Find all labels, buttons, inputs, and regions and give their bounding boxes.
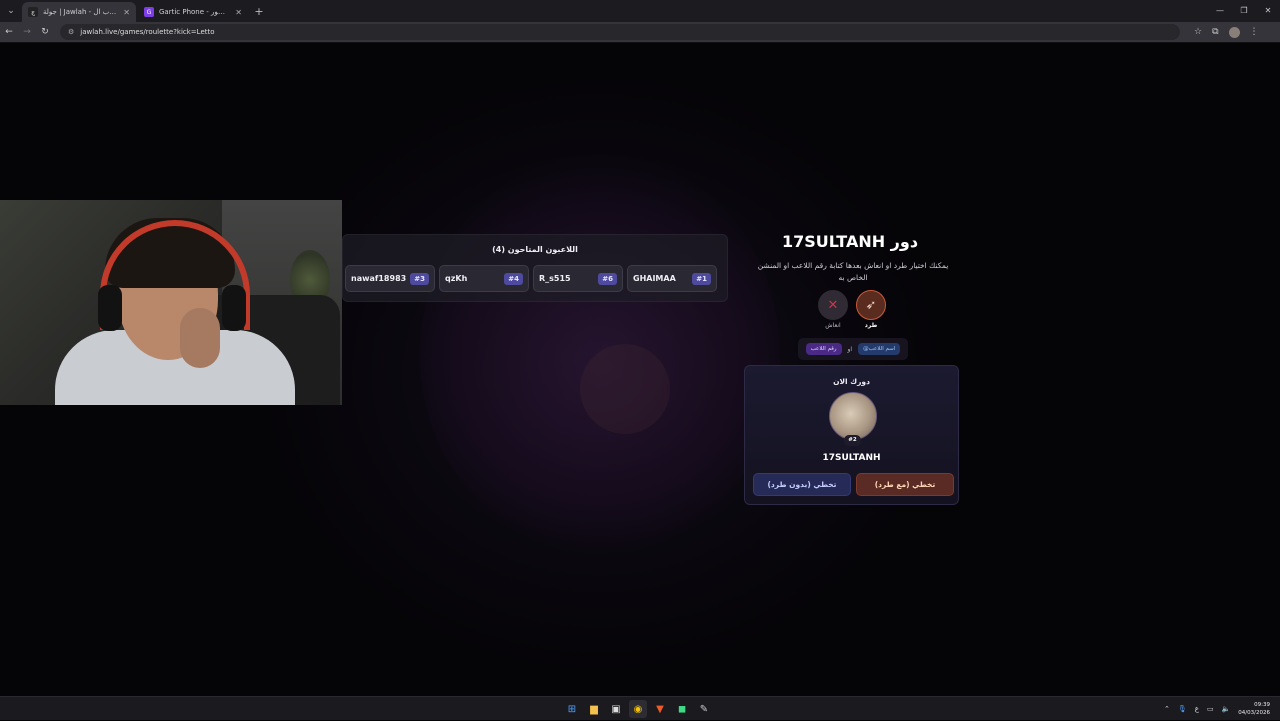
hint-player-number: رقم اللاعب bbox=[805, 343, 842, 355]
kick-action[interactable]: ➶ طرد bbox=[856, 290, 886, 329]
current-player-name: 17SULTANH bbox=[822, 453, 881, 463]
jawlah-favicon-icon: ج bbox=[28, 7, 38, 17]
kick-boot-icon[interactable]: ➶ bbox=[856, 290, 886, 320]
tab-gartic[interactable]: G Gartic Phone - الهاتف المكسور ✕ bbox=[138, 2, 248, 22]
microphone-icon[interactable]: 🎙 bbox=[1178, 705, 1187, 713]
brave-icon[interactable]: ▼ bbox=[651, 700, 669, 718]
headset-earcup-right bbox=[222, 285, 246, 331]
current-turn-label: دورك الان bbox=[833, 377, 870, 386]
new-tab-button[interactable]: + bbox=[250, 2, 268, 22]
chrome-icon[interactable]: ◉ bbox=[629, 700, 647, 718]
player-number-badge: #1 bbox=[692, 272, 711, 285]
available-players-panel: اللاعبون المتاحون (4) nawaf18983 #3 qzKh… bbox=[342, 234, 728, 302]
tray-chevron-icon[interactable]: ⌃ bbox=[1164, 705, 1170, 713]
app-notification-icon[interactable]: ✎ bbox=[695, 700, 713, 718]
tab-title: جولة | Jawlah - منصة الألعاب ال... bbox=[43, 8, 118, 16]
player-card[interactable]: qzKh #4 bbox=[439, 265, 529, 292]
avatar bbox=[829, 392, 877, 440]
close-window-icon[interactable]: ✕ bbox=[1256, 0, 1280, 22]
revive-x-icon[interactable]: ✕ bbox=[818, 290, 848, 320]
kick-label: طرد bbox=[864, 322, 878, 329]
turn-title: دور 17SULTANH bbox=[781, 232, 919, 251]
site-info-icon[interactable]: ⚙ bbox=[68, 28, 74, 36]
player-number-badge: #4 bbox=[504, 272, 523, 285]
forward-icon[interactable]: → bbox=[18, 27, 36, 37]
menu-dots-icon[interactable]: ⋮ bbox=[1250, 27, 1259, 38]
clock-time: 09:39 bbox=[1254, 702, 1270, 708]
tab-title: Gartic Phone - الهاتف المكسور bbox=[159, 8, 230, 16]
player-name: nawaf18983 bbox=[351, 274, 407, 283]
player-card[interactable]: GHAIMAA #1 bbox=[627, 265, 717, 292]
game-page: اللاعبون المتاحون (4) nawaf18983 #3 qzKh… bbox=[0, 44, 1280, 696]
taskbar-clock[interactable]: 09:39 04/03/2026 bbox=[1238, 701, 1270, 717]
tab-jawlah[interactable]: ج جولة | Jawlah - منصة الألعاب ال... ✕ bbox=[22, 2, 136, 22]
revive-label: انعاش bbox=[825, 322, 841, 329]
player-card[interactable]: R_s515 #6 bbox=[533, 265, 623, 292]
file-explorer-icon[interactable]: ▆ bbox=[585, 700, 603, 718]
extensions-icon[interactable]: ⧉ bbox=[1212, 27, 1218, 38]
window-controls: — ❐ ✕ bbox=[1208, 0, 1280, 22]
roulette-wheel-center bbox=[580, 344, 670, 434]
action-choices: ✕ انعاش ➶ طرد bbox=[818, 290, 886, 329]
store-icon[interactable]: ▣ bbox=[607, 700, 625, 718]
reload-icon[interactable]: ↻ bbox=[36, 27, 54, 37]
close-tab-icon[interactable]: ✕ bbox=[123, 8, 130, 17]
address-bar: ← → ↻ ⚙ jawlah.live/games/roulette?kick=… bbox=[0, 22, 1280, 43]
profile-avatar[interactable] bbox=[1228, 26, 1240, 38]
minimize-icon[interactable]: — bbox=[1208, 0, 1232, 22]
current-player-badge: #2 bbox=[844, 435, 861, 446]
players-list: nawaf18983 #3 qzKh #4 R_s515 #6 GHAIMAA … bbox=[345, 265, 717, 292]
turn-description: يمكنك اختيار طرد او انعاش بعدها كتابة رق… bbox=[757, 261, 949, 282]
player-name: qzKh bbox=[445, 274, 468, 283]
volume-icon[interactable]: 🔈 bbox=[1222, 705, 1231, 713]
bookmark-star-icon[interactable]: ☆ bbox=[1194, 27, 1202, 38]
app-green-icon[interactable]: ◼ bbox=[673, 700, 691, 718]
player-name: R_s515 bbox=[539, 274, 571, 283]
player-name: GHAIMAA bbox=[633, 274, 676, 283]
language-indicator[interactable]: ع bbox=[1195, 705, 1199, 713]
taskbar-apps: ⊞ ▆ ▣ ◉ ▼ ◼ ✎ bbox=[563, 700, 713, 718]
system-tray: ⌃ 🎙 ع ▭ 🔈 09:39 04/03/2026 bbox=[1164, 697, 1270, 721]
windows-taskbar: ⊞ ▆ ▣ ◉ ▼ ◼ ✎ ⌃ 🎙 ع ▭ 🔈 09:39 04/03/2026 bbox=[0, 696, 1280, 720]
hint-player-mention: @اسم اللاعب bbox=[858, 343, 901, 355]
gartic-favicon-icon: G bbox=[144, 7, 154, 17]
skip-with-kick-button[interactable]: تخطي (مع طرد) bbox=[856, 473, 954, 496]
url-text: jawlah.live/games/roulette?kick=Letto bbox=[80, 28, 215, 36]
hint-or: او bbox=[847, 345, 853, 353]
webcam-person-hand bbox=[180, 308, 220, 368]
tab-search-button[interactable]: ⌄ bbox=[0, 0, 22, 22]
player-card[interactable]: nawaf18983 #3 bbox=[345, 265, 435, 292]
webcam-overlay bbox=[0, 200, 342, 405]
input-hint: رقم اللاعب او @اسم اللاعب bbox=[798, 338, 908, 360]
network-icon[interactable]: ▭ bbox=[1207, 705, 1214, 713]
skip-without-kick-button[interactable]: تخطي (بدون طرد) bbox=[753, 473, 851, 496]
url-field[interactable]: ⚙ jawlah.live/games/roulette?kick=Letto bbox=[60, 24, 1180, 40]
start-icon[interactable]: ⊞ bbox=[563, 700, 581, 718]
back-icon[interactable]: ← bbox=[0, 27, 18, 37]
current-turn-card: دورك الان #2 17SULTANH تخطي (بدون طرد) ت… bbox=[744, 365, 959, 505]
clock-date: 04/03/2026 bbox=[1238, 710, 1270, 716]
player-number-badge: #6 bbox=[598, 272, 617, 285]
browser-tab-bar: ⌄ ج جولة | Jawlah - منصة الألعاب ال... ✕… bbox=[0, 0, 1280, 22]
close-tab-icon[interactable]: ✕ bbox=[235, 8, 242, 17]
player-number-badge: #3 bbox=[410, 272, 429, 285]
restore-icon[interactable]: ❐ bbox=[1232, 0, 1256, 22]
players-title: اللاعبون المتاحون (4) bbox=[492, 245, 578, 254]
revive-action[interactable]: ✕ انعاش bbox=[818, 290, 848, 329]
headset-earcup-left bbox=[98, 285, 122, 331]
